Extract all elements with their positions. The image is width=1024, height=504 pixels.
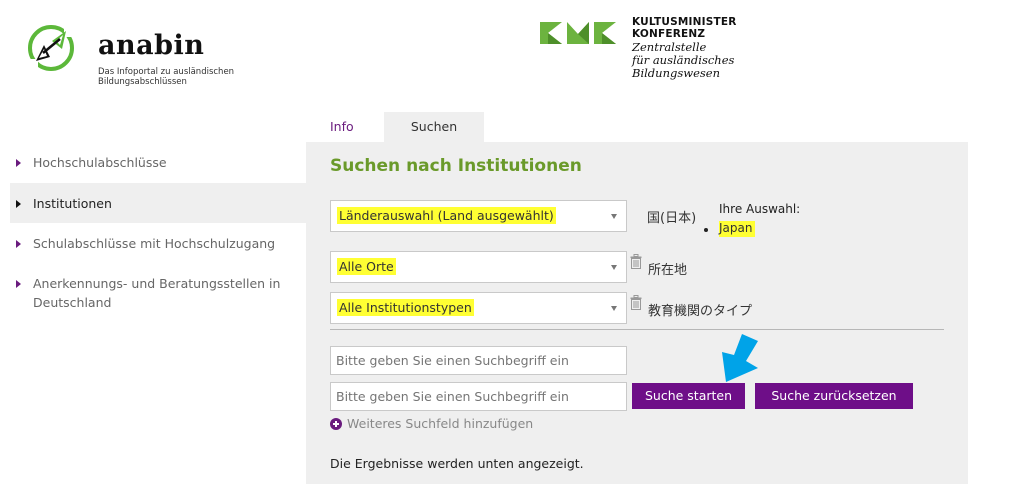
caret-right-icon: [16, 240, 21, 248]
search-term-input-2[interactable]: [330, 382, 627, 411]
sidebar-item-anerkennungsstellen[interactable]: Anerkennungs- und Beratungsstellen in De…: [10, 263, 306, 323]
sidebar-item-label: Hochschulabschlüsse: [33, 155, 167, 170]
sidebar-nav: Hochschulabschlüsse Institutionen Schula…: [10, 142, 306, 323]
sidebar-item-label: Institutionen: [33, 196, 112, 211]
compass-logo-icon: [26, 23, 76, 73]
caret-right-icon: [16, 200, 21, 208]
your-selection-item[interactable]: Japan: [719, 221, 756, 237]
add-search-field-link[interactable]: Weiteres Suchfeld hinzufügen: [330, 416, 533, 431]
search-term-input-1[interactable]: [330, 346, 627, 375]
your-selection-heading: Ihre Auswahl:: [719, 202, 801, 216]
tagline-line: Das Infoportal zu ausländischen: [98, 67, 235, 77]
divider: [330, 329, 944, 330]
trash-icon[interactable]: [630, 254, 642, 269]
search-panel: Suchen nach Institutionen Länderauswahl …: [306, 142, 968, 484]
kmk-logo[interactable]: KULTUSMINISTER KONFERENZ Zentralstelle f…: [540, 16, 800, 96]
bullet-icon: [704, 228, 708, 232]
tab-suchen[interactable]: Suchen: [384, 112, 484, 142]
country-select[interactable]: Länderauswahl (Land ausgewählt): [330, 200, 627, 232]
institution-type-select[interactable]: Alle Institutionstypen: [330, 292, 627, 324]
institution-type-annotation: 教育機関のタイプ: [648, 304, 753, 319]
kmk-subtitle: Zentralstelle für ausländisches Bildungs…: [632, 41, 734, 80]
tagline-line: Bildungsabschlüssen: [98, 77, 187, 87]
anabin-tagline: Das Infoportal zu ausländischen Bildungs…: [98, 67, 298, 87]
kmk-title-line: KULTUSMINISTER: [632, 16, 737, 28]
sidebar-item-schulabschluesse[interactable]: Schulabschlüsse mit Hochschulzugang: [10, 223, 306, 263]
trash-icon[interactable]: [630, 295, 642, 310]
caret-right-icon: [16, 280, 21, 288]
location-select[interactable]: Alle Orte: [330, 251, 627, 283]
start-search-button[interactable]: Suche starten: [632, 383, 745, 409]
plus-circle-icon: [330, 417, 342, 430]
tab-info[interactable]: Info: [318, 112, 378, 142]
chevron-down-icon: [611, 214, 617, 219]
kmk-title: KULTUSMINISTER KONFERENZ: [632, 16, 737, 40]
institution-type-select-value: Alle Institutionstypen: [337, 299, 474, 316]
kmk-sub-line: Bildungswesen: [632, 66, 721, 80]
sidebar-item-hochschulabschluesse[interactable]: Hochschulabschlüsse: [10, 142, 306, 183]
kmk-logo-icon: [540, 22, 616, 44]
anabin-wordmark: anabin: [98, 30, 205, 61]
chevron-down-icon: [611, 265, 617, 270]
caret-right-icon: [16, 159, 21, 167]
add-search-field-label: Weiteres Suchfeld hinzufügen: [347, 416, 534, 431]
page-title: Suchen nach Institutionen: [330, 156, 582, 176]
location-select-value: Alle Orte: [337, 258, 396, 275]
reset-search-button[interactable]: Suche zurücksetzen: [755, 383, 913, 409]
anabin-logo[interactable]: anabin Das Infoportal zu ausländischen B…: [26, 20, 286, 100]
location-annotation: 所在地: [648, 263, 688, 278]
chevron-down-icon: [611, 306, 617, 311]
sidebar-item-label: Anerkennungs- und Beratungsstellen in De…: [33, 276, 281, 310]
sidebar-item-label: Schulabschlüsse mit Hochschulzugang: [33, 236, 276, 251]
results-note: Die Ergebnisse werden unten angezeigt.: [330, 456, 584, 471]
sidebar-item-institutionen[interactable]: Institutionen: [10, 183, 306, 223]
kmk-title-line: KONFERENZ: [632, 28, 706, 40]
country-annotation: 国(日本): [647, 211, 697, 226]
country-select-value: Länderauswahl (Land ausgewählt): [337, 207, 556, 224]
